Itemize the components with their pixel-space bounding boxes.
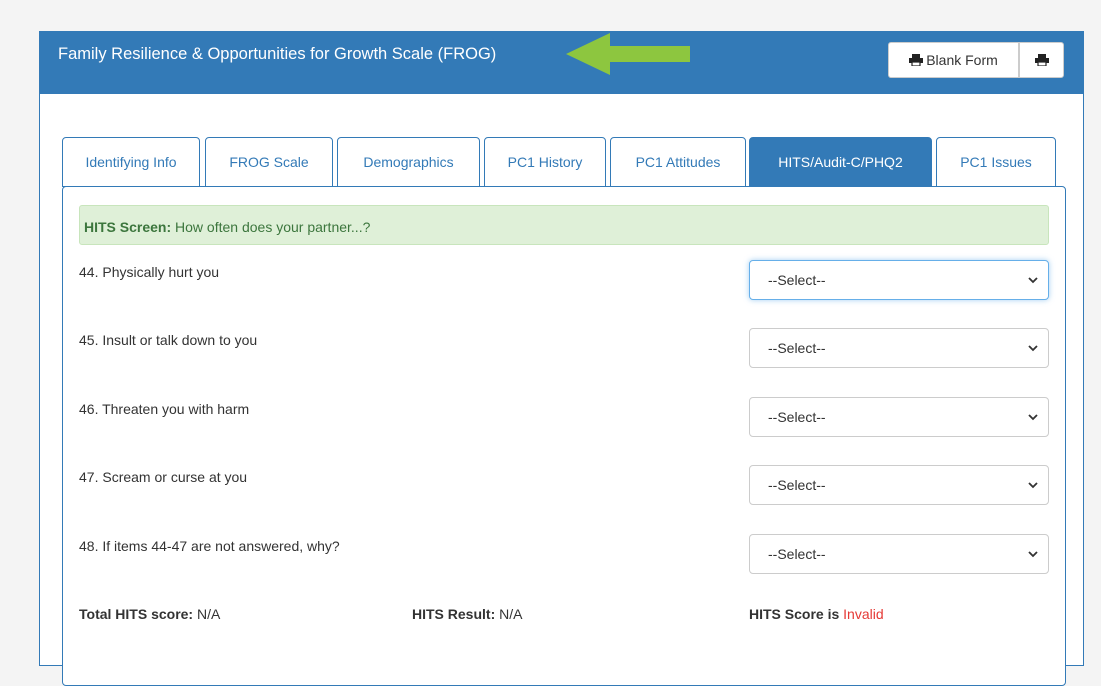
total-hits-label: Total HITS score: (79, 606, 194, 622)
question-44-label: 44. Physically hurt you (79, 264, 220, 280)
tab-demographics[interactable]: Demographics (337, 137, 480, 187)
chevron-down-icon (1028, 482, 1038, 489)
tab-label: PC1 History (507, 154, 583, 170)
hits-score-status: HITS Score is Invalid (749, 606, 884, 622)
chevron-down-icon (1028, 551, 1038, 558)
question-46-select[interactable]: --Select-- (749, 397, 1049, 437)
question-44-select[interactable]: --Select-- (749, 260, 1049, 300)
select-value: --Select-- (768, 340, 826, 356)
total-hits-score: Total HITS score: N/A (79, 606, 220, 622)
blank-form-button[interactable]: Blank Form (888, 42, 1019, 78)
hits-result: HITS Result: N/A (412, 606, 522, 622)
tab-label: HITS/Audit-C/PHQ2 (778, 154, 903, 170)
frog-panel: Family Resilience & Opportunities for Gr… (39, 31, 1084, 686)
panel-header: Family Resilience & Opportunities for Gr… (40, 32, 1083, 94)
chevron-down-icon (1028, 345, 1038, 352)
blank-form-label: Blank Form (926, 52, 998, 68)
question-46-label: 46. Threaten you with harm (79, 401, 250, 417)
hits-result-label: HITS Result: (412, 606, 496, 622)
tab-identifying-info[interactable]: Identifying Info (62, 137, 200, 187)
select-value: --Select-- (768, 272, 826, 288)
question-45-label: 45. Insult or talk down to you (79, 332, 258, 348)
question-48-select[interactable]: --Select-- (749, 534, 1049, 574)
chevron-down-icon (1028, 277, 1038, 284)
arrow-left-icon (566, 33, 690, 75)
printer-icon (909, 54, 924, 66)
tab-hits-audit-phq2[interactable]: HITS/Audit-C/PHQ2 (749, 137, 932, 187)
question-47-select[interactable]: --Select-- (749, 465, 1049, 505)
total-hits-value: N/A (193, 606, 221, 622)
tab-label: Demographics (363, 154, 454, 170)
tab-pc1-history[interactable]: PC1 History (484, 137, 606, 187)
tab-pc1-attitudes[interactable]: PC1 Attitudes (610, 137, 746, 187)
chevron-down-icon (1028, 414, 1038, 421)
hits-result-value: N/A (495, 606, 523, 622)
hits-tab-content: HITS Screen: How often does your partner… (62, 186, 1066, 686)
tab-label: PC1 Attitudes (635, 154, 721, 170)
select-value: --Select-- (768, 477, 826, 493)
hits-screen-label: HITS Screen: (84, 219, 172, 235)
hits-screen-text: How often does your partner...? (171, 219, 371, 235)
select-value: --Select-- (768, 409, 826, 425)
question-47-label: 47. Scream or curse at you (79, 469, 248, 485)
question-45-select[interactable]: --Select-- (749, 328, 1049, 368)
print-button[interactable] (1019, 42, 1064, 78)
question-48-label: 48. If items 44-47 are not answered, why… (79, 538, 340, 554)
hits-score-status-value: Invalid (843, 606, 884, 622)
tab-label: Identifying Info (85, 154, 177, 170)
printer-icon (1034, 54, 1049, 66)
page-title: Family Resilience & Opportunities for Gr… (58, 45, 497, 63)
hits-screen-alert: HITS Screen: How often does your partner… (79, 205, 1049, 245)
select-value: --Select-- (768, 546, 826, 562)
tab-label: PC1 Issues (960, 154, 1032, 170)
hits-score-label: HITS Score is (749, 606, 840, 622)
tab-frog-scale[interactable]: FROG Scale (205, 137, 333, 187)
tab-label: FROG Scale (229, 154, 309, 170)
tab-pc1-issues[interactable]: PC1 Issues (936, 137, 1056, 187)
